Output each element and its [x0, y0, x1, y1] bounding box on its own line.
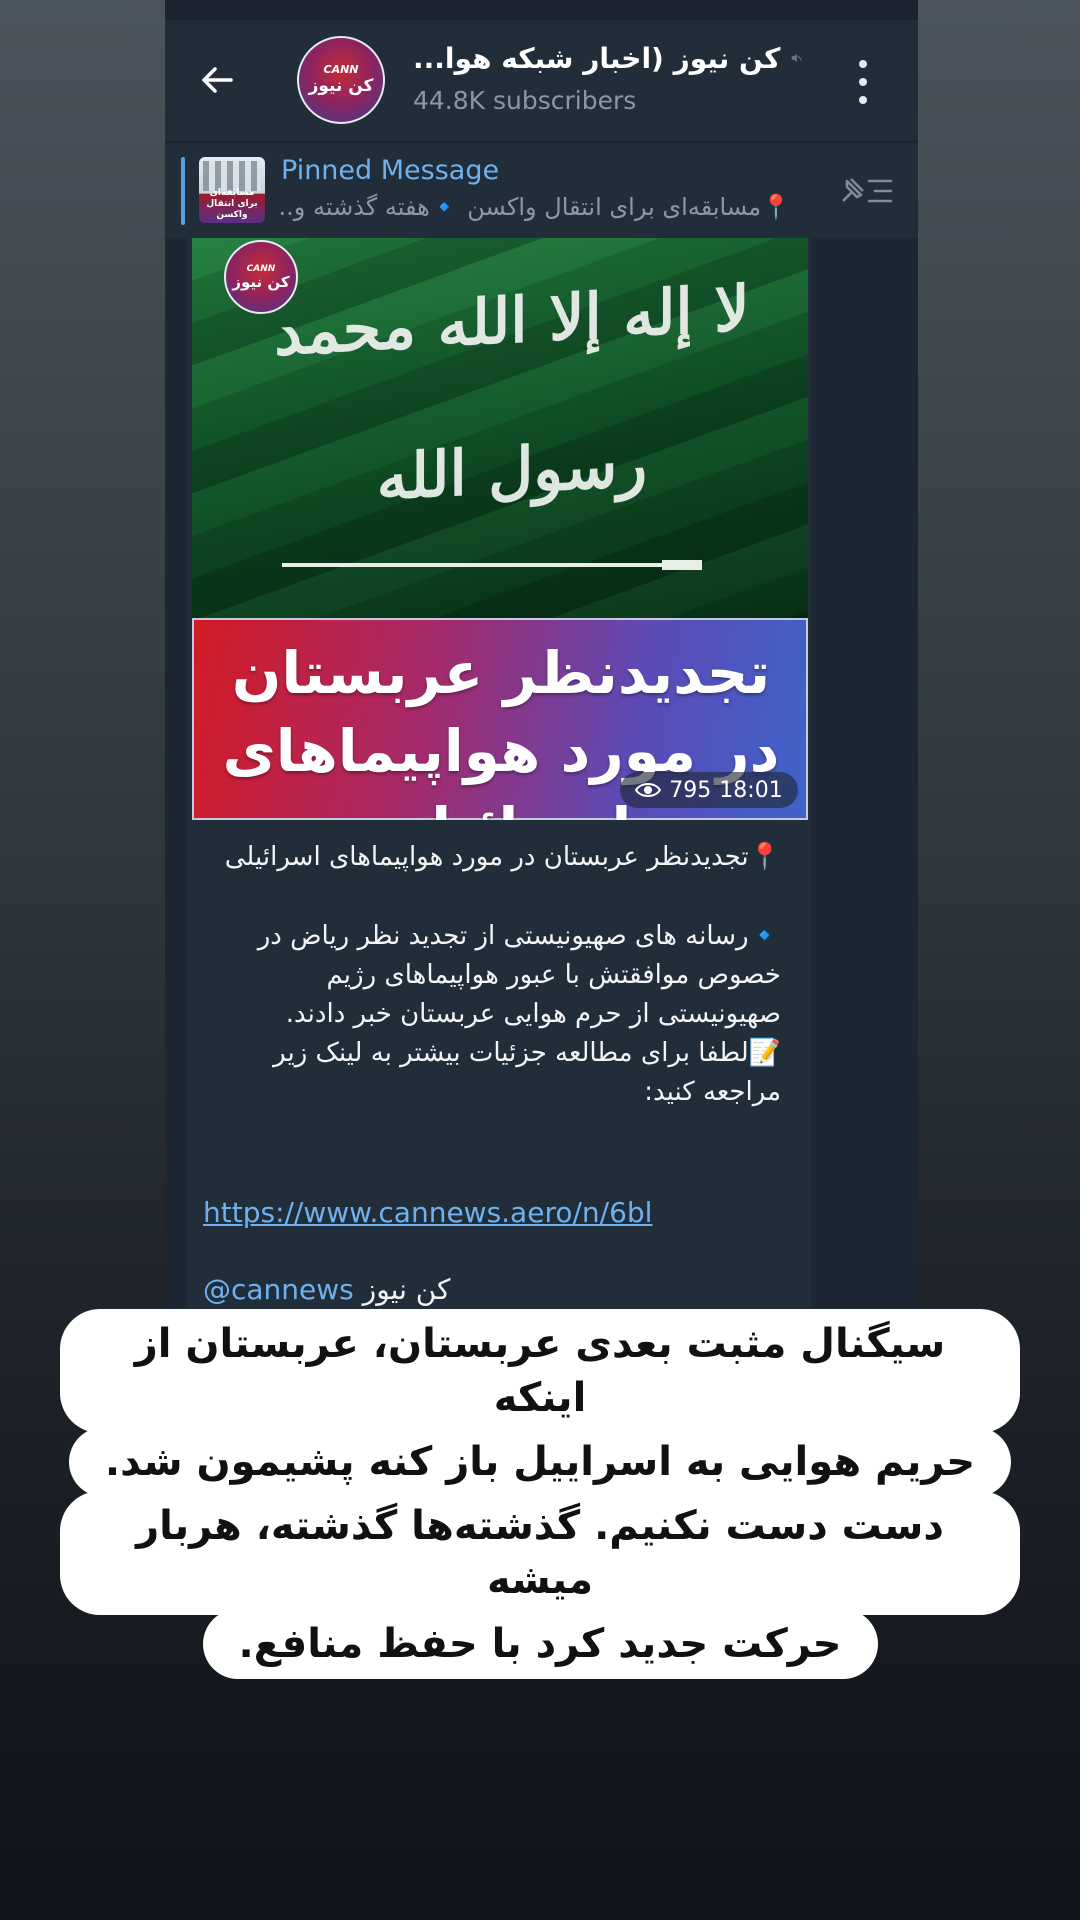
channel-handle-link[interactable]: @cannews — [203, 1273, 354, 1306]
post-image[interactable]: لا إله إلا الله محمد رسول الله CANN کن ن… — [192, 238, 808, 820]
caption-line-2: حریم هوایی به اسراییل باز کنه پشیمون شد. — [68, 1427, 1012, 1497]
post-text: 📍تجدیدنظر عربستان در مورد هواپیماهای اسر… — [201, 838, 781, 1112]
back-button[interactable] — [195, 58, 239, 102]
channel-title-text: کن نیوز (اخبار شبکه هوا... — [413, 41, 781, 75]
pin-list-icon — [842, 178, 893, 203]
post-headline: 📍تجدیدنظر عربستان در مورد هواپیماهای اسر… — [224, 842, 781, 872]
subscriber-count: 44.8K subscribers — [413, 86, 637, 115]
image-logo-main: کن نیوز — [232, 272, 290, 291]
post-body: 🔹رسانه های صهیونیستی از تجدید نظر ریاض د… — [257, 921, 781, 1029]
pin-list-button[interactable] — [837, 171, 897, 211]
avatar-logo-top: CANN — [323, 63, 359, 76]
arrow-left-icon — [202, 67, 233, 93]
channel-avatar[interactable]: CANN کن نیوز — [297, 36, 385, 124]
sword-icon — [282, 560, 702, 570]
pinned-thumbnail-text: مسابقه‌ای برای انتقال واکسن — [206, 188, 258, 220]
channel-header: CANN کن نیوز کن نیوز (اخبار شبکه هوا... … — [165, 20, 918, 140]
status-bar — [165, 0, 918, 20]
post-time: 18:01 — [719, 777, 783, 803]
pinned-message-bar[interactable]: مسابقه‌ای برای انتقال واکسن Pinned Messa… — [165, 142, 918, 239]
vertical-dots-icon — [859, 60, 867, 68]
signature-name: کن نیوز — [362, 1273, 451, 1306]
caption-line-1: سیگنال مثبت بعدی عربستان، عربستان از این… — [60, 1309, 1020, 1433]
image-logo-top: CANN — [246, 263, 276, 274]
caption-line-4: حرکت جدید کرد با حفظ منافع. — [202, 1609, 878, 1679]
pinned-label: Pinned Message — [281, 155, 500, 186]
article-link[interactable]: https://www.cannews.aero/n/6bl — [203, 1196, 652, 1229]
view-count: 795 — [669, 777, 712, 803]
caption-line-3: دست دست نکنیم. گذشته‌ها گذشته، هربار میش… — [60, 1491, 1020, 1615]
eye-icon — [635, 783, 662, 797]
pinned-indicator — [181, 157, 185, 225]
post-signature: @cannews کن نیوز — [203, 1273, 450, 1306]
muted-speaker-icon — [792, 54, 803, 62]
cann-news-logo: CANN کن نیوز — [224, 240, 298, 314]
avatar-logo-main: کن نیوز — [308, 76, 374, 96]
telegram-screen: CANN کن نیوز کن نیوز (اخبار شبکه هوا... … — [165, 0, 918, 1528]
pinned-thumbnail: مسابقه‌ای برای انتقال واکسن — [199, 157, 265, 223]
menu-button[interactable] — [853, 60, 873, 104]
flag-calligraphy: لا إله إلا الله محمد رسول الله — [274, 271, 750, 515]
pinned-preview-text: 📍مسابقه‌ای برای انتقال واکسن 🔹هفته گذشته… — [281, 193, 791, 221]
story-caption: سیگنال مثبت بعدی عربستان، عربستان از این… — [60, 1309, 1020, 1679]
channel-title[interactable]: کن نیوز (اخبار شبکه هوا... — [413, 38, 803, 78]
views-time-badge: 795 18:01 — [620, 772, 798, 808]
post-more-info: 📝لطفا برای مطالعه جزئیات بیشتر به لینک ز… — [273, 1038, 781, 1107]
